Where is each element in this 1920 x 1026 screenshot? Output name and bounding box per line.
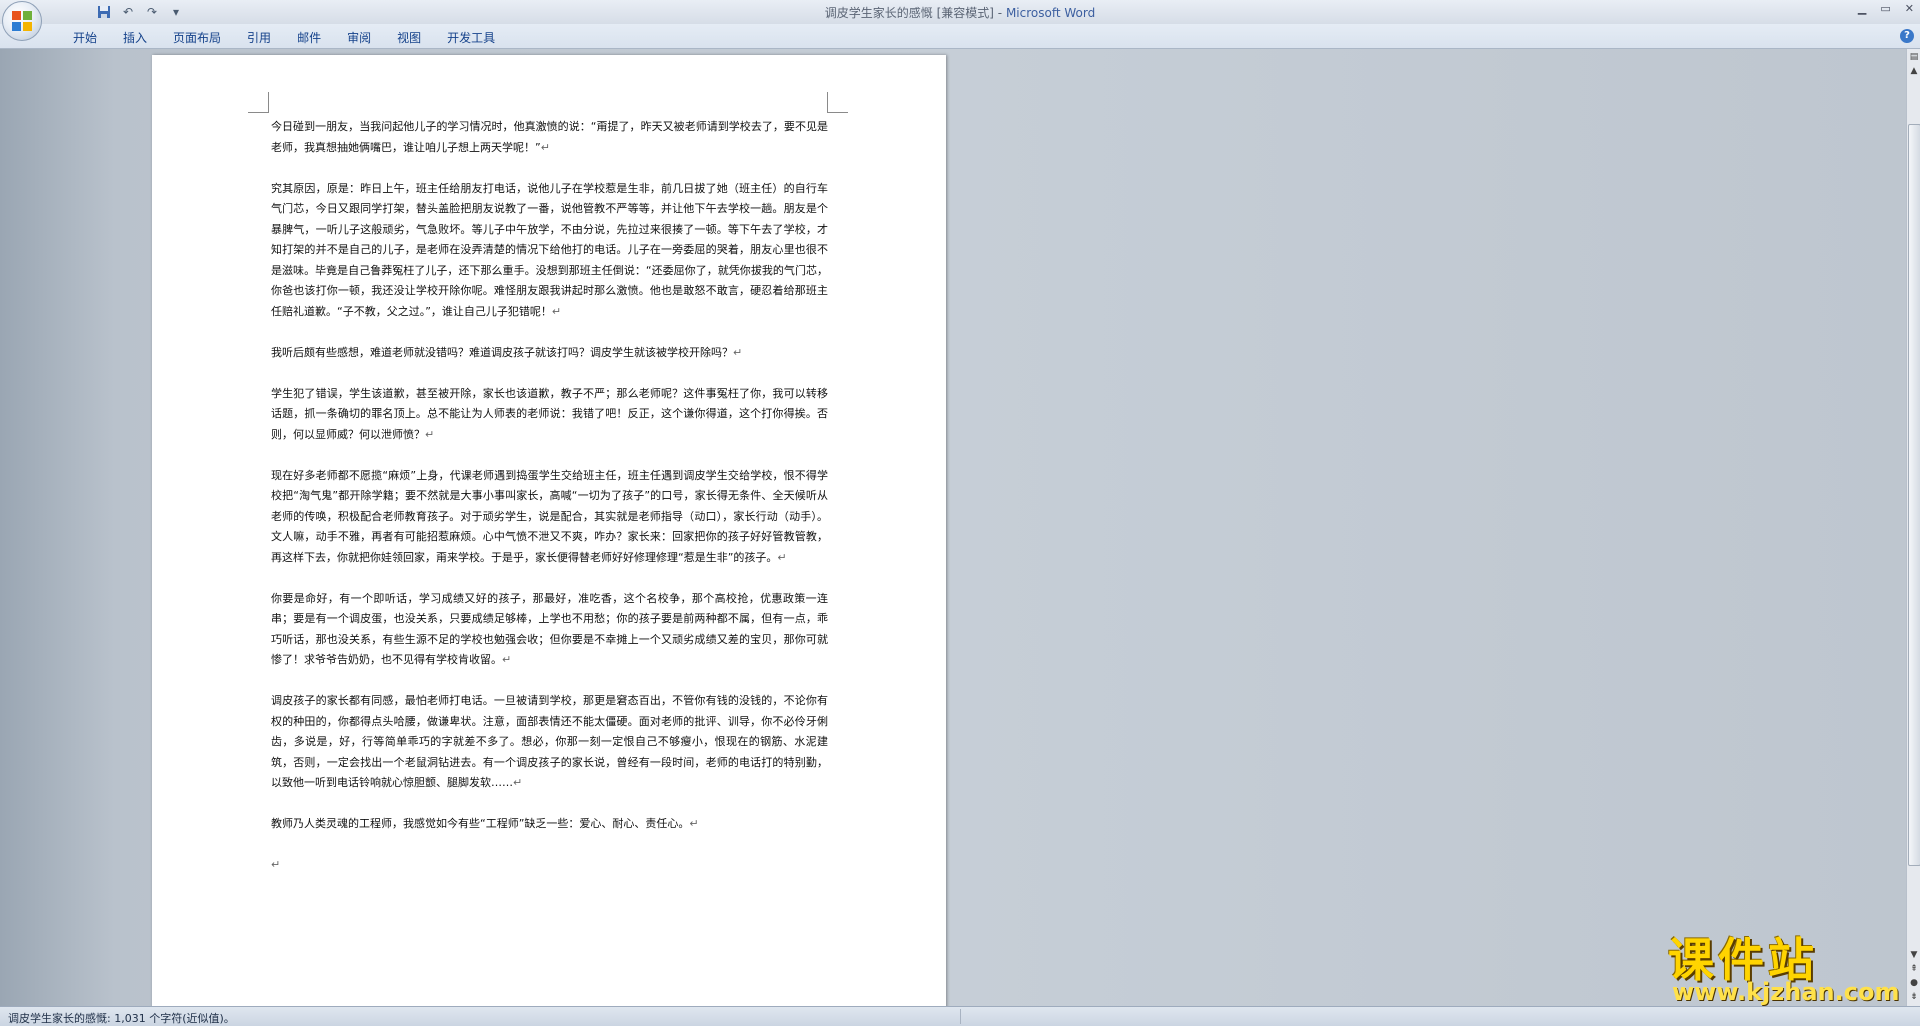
next-page-icon[interactable]: ⇟ xyxy=(1908,991,1920,1003)
help-icon[interactable]: ? xyxy=(1900,29,1914,43)
title-bar: ↶ ↷ ▾ 调皮学生家长的感慨 [兼容模式] - Microsoft Word … xyxy=(0,0,1920,25)
paragraph-mark: ↵ xyxy=(733,345,743,359)
tab-developer[interactable]: 开发工具 xyxy=(434,29,508,46)
document-title: 调皮学生家长的感慨 [兼容模式] xyxy=(824,6,994,20)
maximize-icon[interactable]: ▭ xyxy=(1880,2,1890,15)
paragraph-mark: ↵ xyxy=(689,817,699,830)
office-button[interactable] xyxy=(2,1,42,41)
tab-references[interactable]: 引用 xyxy=(234,29,284,46)
status-divider xyxy=(960,1009,961,1024)
ribbon: 开始 插入 页面布局 引用 邮件 审阅 视图 开发工具 ? xyxy=(0,24,1920,49)
vertical-scrollbar[interactable]: ▤ ▲ ▼ ⇞ ● ⇟ xyxy=(1906,49,1920,1006)
paragraph-mark: ↵ xyxy=(551,304,562,318)
tab-page-layout[interactable]: 页面布局 xyxy=(160,29,234,46)
paragraph: 调皮孩子的家长都有同感，最怕老师打电话。一旦被请到学校，那更是窘态百出，不管你有… xyxy=(271,694,828,789)
office-logo-icon xyxy=(12,11,32,31)
tab-view[interactable]: 视图 xyxy=(384,29,434,46)
watermark-url: www.kjzhan.com xyxy=(1672,978,1900,1006)
close-icon[interactable]: ✕ xyxy=(1905,2,1914,15)
scrollbar-thumb[interactable] xyxy=(1908,124,1920,866)
scroll-up-icon[interactable]: ▲ xyxy=(1908,65,1920,77)
document-body[interactable]: 今日碰到一朋友，当我问起他儿子的学习情况时，他真激愤的说：“甭提了，昨天又被老师… xyxy=(271,117,828,876)
scroll-down-icon[interactable]: ▼ xyxy=(1908,949,1920,961)
select-browse-object-icon[interactable]: ● xyxy=(1908,977,1920,989)
ruler-toggle-icon[interactable]: ▤ xyxy=(1908,51,1920,63)
paragraph-mark: ↵ xyxy=(777,550,787,564)
paragraph-mark: ↵ xyxy=(513,776,523,789)
paragraph: 我听后颇有些感想，难道老师就没错吗？难道调皮孩子就该打吗？调皮学生就该被学校开除… xyxy=(271,345,743,359)
app-name: Microsoft Word xyxy=(1005,6,1096,20)
document-page[interactable]: 今日碰到一朋友，当我问起他儿子的学习情况时，他真激愤的说：“甭提了，昨天又被老师… xyxy=(152,55,946,1006)
tab-review[interactable]: 审阅 xyxy=(334,29,384,46)
paragraph: 学生犯了错误，学生该道歉，甚至被开除，家长也该道歉，教子不严；那么老师呢？这件事… xyxy=(271,386,828,441)
status-bar: 调皮学生家长的感慨: 1,031 个字符(近似值)。 xyxy=(0,1006,1920,1026)
paragraph-mark: ↵ xyxy=(502,653,512,666)
tab-mailings[interactable]: 邮件 xyxy=(284,29,334,46)
paragraph: 今日碰到一朋友，当我问起他儿子的学习情况时，他真激愤的说：“甭提了，昨天又被老师… xyxy=(271,120,828,154)
paragraph-mark: ↵ xyxy=(425,427,435,441)
paragraph: 教师乃人类灵魂的工程师，我感觉如今有些“工程师”缺乏一些：爱心、耐心、责任心。↵ xyxy=(271,817,699,830)
previous-page-icon[interactable]: ⇞ xyxy=(1908,963,1920,975)
crop-mark-top-right xyxy=(827,92,848,113)
paragraph-mark: ↵ xyxy=(540,140,550,154)
watermark-logo: 课件站 www.kjzhan.com xyxy=(1668,924,1908,1006)
paragraph: 究其原因，原是：昨日上午，班主任给朋友打电话，说他儿子在学校惹是生非，前几日拔了… xyxy=(271,181,828,318)
window-controls: ▁ ▭ ✕ xyxy=(1858,2,1914,15)
ribbon-tabs: 开始 插入 页面布局 引用 邮件 审阅 视图 开发工具 xyxy=(60,29,508,46)
tab-home[interactable]: 开始 xyxy=(60,29,110,46)
document-workspace: 今日碰到一朋友，当我问起他儿子的学习情况时，他真激愤的说：“甭提了，昨天又被老师… xyxy=(0,49,1906,1006)
crop-mark-top-left xyxy=(248,92,269,113)
paragraph: 你要是命好，有一个即听话，学习成绩又好的孩子，那最好，准吃香，这个名校争，那个高… xyxy=(271,591,828,667)
word-count-status[interactable]: 调皮学生家长的感慨: 1,031 个字符(近似值)。 xyxy=(8,1010,235,1026)
minimize-icon[interactable]: ▁ xyxy=(1858,2,1866,15)
paragraph-mark: ↵ xyxy=(271,858,281,871)
paragraph: ↵ xyxy=(271,855,828,876)
window-title: 调皮学生家长的感慨 [兼容模式] - Microsoft Word xyxy=(824,6,1096,20)
paragraph: 现在好多老师都不愿揽“麻烦”上身，代课老师遇到捣蛋学生交给班主任，班主任遇到调皮… xyxy=(271,468,828,564)
tab-insert[interactable]: 插入 xyxy=(110,29,160,46)
